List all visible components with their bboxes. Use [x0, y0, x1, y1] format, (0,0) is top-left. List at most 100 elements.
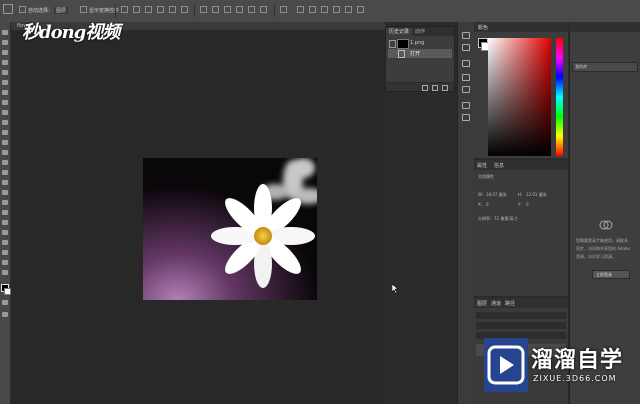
camera-icon[interactable] [432, 85, 438, 91]
blur-tool-icon[interactable] [2, 150, 8, 155]
edit-toolbar-icon[interactable] [2, 230, 8, 235]
pen-tool-icon[interactable] [2, 170, 8, 175]
distribute-bottom-icon[interactable] [224, 6, 231, 13]
height-value[interactable]: 12.01 厘米 [526, 192, 547, 198]
layer-filter-row[interactable] [476, 312, 566, 319]
history-snapshot-row[interactable]: 1.png [388, 39, 452, 49]
blend-mode-row[interactable] [476, 322, 566, 329]
history-state-row[interactable]: 打开 [388, 49, 452, 58]
tool-icon[interactable] [2, 250, 8, 255]
tab-info[interactable]: 信息 [494, 162, 504, 169]
separator [194, 4, 195, 18]
3d-slide-icon[interactable] [345, 6, 352, 13]
crop-tool-icon[interactable] [2, 70, 8, 75]
healing-brush-tool-icon[interactable] [2, 90, 8, 95]
tool-icon[interactable] [2, 240, 8, 245]
tab-paths[interactable]: 路径 [505, 300, 515, 307]
quick-mask-icon[interactable] [2, 300, 8, 305]
tool-icon[interactable] [2, 270, 8, 275]
history-panel: 历史记录 动作 1.png 打开 [385, 26, 455, 92]
auto-select-checkbox[interactable] [19, 6, 26, 13]
align-right-icon[interactable] [181, 6, 188, 13]
auto-select-dropdown[interactable]: 图层 [54, 7, 69, 14]
tab-channels[interactable]: 通道 [491, 300, 501, 307]
quick-select-tool-icon[interactable] [2, 60, 8, 65]
eyedropper-tool-icon[interactable] [2, 80, 8, 85]
x-value[interactable]: 0 [486, 202, 489, 207]
align-hcenter-icon[interactable] [169, 6, 176, 13]
tool-icon[interactable] [2, 260, 8, 265]
libraries-panel-tabs [569, 22, 640, 32]
properties-panel [474, 160, 568, 296]
type-tool-icon[interactable] [2, 180, 8, 185]
3d-mode-icon[interactable] [297, 6, 304, 13]
tab-history[interactable]: 历史记录 [386, 28, 413, 36]
3d-rotate-icon[interactable] [309, 6, 316, 13]
tab-layers[interactable]: 图层 [477, 300, 487, 307]
hue-slider[interactable] [556, 38, 563, 156]
clone-stamp-tool-icon[interactable] [2, 110, 8, 115]
actions-panel-icon[interactable] [462, 44, 470, 51]
separator [115, 4, 116, 18]
tab-color[interactable]: 颜色 [478, 24, 488, 31]
distribute-top-icon[interactable] [200, 6, 207, 13]
width-value[interactable]: 18.07 厘米 [486, 192, 507, 198]
background-color-swatch[interactable] [4, 288, 11, 295]
history-state-label: 打开 [410, 51, 421, 57]
library-message-line1: 您需要登录才能使用，请联系 [576, 238, 628, 243]
distribute-vcenter-icon[interactable] [212, 6, 219, 13]
3d-roll-icon[interactable] [321, 6, 328, 13]
marquee-tool-icon[interactable] [2, 40, 8, 45]
library-dropdown-label: 我的库 [575, 64, 587, 69]
y-label: Y： [518, 202, 525, 207]
history-panel-tabs: 历史记录 动作 [386, 27, 454, 36]
new-document-icon[interactable] [422, 85, 428, 91]
character-panel-icon[interactable] [462, 102, 470, 109]
history-brush-source-icon[interactable] [389, 40, 396, 48]
auto-select-label: 自动选择： [28, 8, 54, 14]
distribute-right-icon[interactable] [260, 6, 267, 13]
align-left-icon[interactable] [157, 6, 164, 13]
sign-in-button[interactable]: 立即登录 [592, 270, 630, 279]
brush-tool-icon[interactable] [2, 100, 8, 105]
auto-align-icon[interactable] [280, 6, 287, 13]
3d-pan-icon[interactable] [333, 6, 340, 13]
move-tool-icon[interactable] [2, 30, 8, 35]
dodge-tool-icon[interactable] [2, 160, 8, 165]
separator [274, 4, 275, 18]
color-picker-field[interactable] [488, 38, 551, 156]
screen-mode-icon[interactable] [2, 312, 8, 317]
tab-actions[interactable]: 动作 [412, 28, 428, 36]
align-top-icon[interactable] [121, 6, 128, 13]
zoom-tool-icon[interactable] [2, 220, 8, 225]
info-panel-icon[interactable] [462, 60, 470, 67]
align-bottom-icon[interactable] [145, 6, 152, 13]
distribute-hcenter-icon[interactable] [248, 6, 255, 13]
gradient-tool-icon[interactable] [2, 140, 8, 145]
hand-tool-icon[interactable] [2, 210, 8, 215]
lasso-tool-icon[interactable] [2, 50, 8, 55]
show-transform-checkbox[interactable] [80, 6, 87, 13]
tab-properties[interactable]: 属性 [477, 162, 487, 169]
resolution-text: 分辨率：72 像素/英寸 [478, 216, 518, 221]
canvas-image[interactable] [143, 158, 317, 300]
history-brush-tool-icon[interactable] [2, 120, 8, 125]
library-dropdown[interactable]: 我的库 [572, 62, 638, 72]
distribute-left-icon[interactable] [236, 6, 243, 13]
3d-scale-icon[interactable] [357, 6, 364, 13]
history-panel-icon[interactable] [462, 32, 470, 39]
paragraph-panel-icon[interactable] [462, 114, 470, 121]
move-tool-icon[interactable] [3, 4, 13, 14]
eraser-tool-icon[interactable] [2, 130, 8, 135]
properties-panel-tabs: 属性 信息 [474, 160, 568, 170]
library-message-line3: 资源，访问学习资源。 [576, 254, 616, 259]
path-select-tool-icon[interactable] [2, 190, 8, 195]
y-value[interactable]: 0 [526, 202, 529, 207]
align-vcenter-icon[interactable] [133, 6, 140, 13]
layers-panel-tabs: 图层 通道 路径 [474, 298, 568, 308]
adjust-panel-icon[interactable] [462, 86, 470, 93]
shape-tool-icon[interactable] [2, 200, 8, 205]
trash-icon[interactable] [442, 85, 448, 91]
creative-cloud-icon [599, 220, 613, 230]
brush-panel-icon[interactable] [462, 74, 470, 81]
